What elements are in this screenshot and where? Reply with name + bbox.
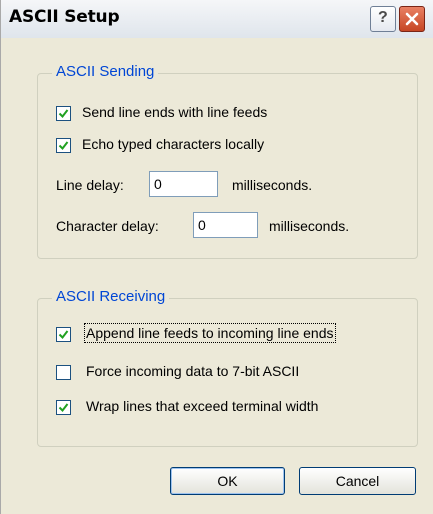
close-button[interactable] (399, 6, 425, 32)
checkmark-icon (58, 109, 69, 119)
ascii-setup-dialog: ASCII Setup ? ASCII Sending Send line en… (0, 0, 433, 514)
window-title: ASCII Setup (9, 7, 120, 27)
ascii-receiving-legend: ASCII Receiving (52, 288, 170, 305)
question-icon: ? (378, 9, 388, 26)
checkmark-icon (58, 141, 69, 151)
wrap-lines-label: Wrap lines that exceed terminal width (86, 398, 319, 414)
wrap-lines-checkbox[interactable] (56, 400, 71, 415)
echo-typed-checkbox[interactable] (56, 138, 71, 153)
character-delay-unit: milliseconds. (269, 218, 350, 234)
checkmark-icon (58, 330, 69, 340)
line-delay-label: Line delay: (56, 177, 124, 193)
line-delay-input[interactable] (149, 171, 218, 197)
force-7bit-checkbox[interactable] (56, 365, 71, 380)
checkmark-icon (58, 403, 69, 413)
ok-button[interactable]: OK (170, 467, 285, 495)
ascii-sending-legend: ASCII Sending (52, 63, 159, 80)
help-button[interactable]: ? (370, 6, 396, 32)
echo-typed-label: Echo typed characters locally (82, 136, 265, 152)
character-delay-label: Character delay: (56, 218, 159, 234)
send-line-ends-label: Send line ends with line feeds (82, 104, 268, 120)
cancel-button[interactable]: Cancel (299, 467, 416, 495)
append-lf-checkbox[interactable] (56, 327, 71, 342)
close-icon (405, 12, 419, 26)
title-bar[interactable]: ASCII Setup ? (1, 0, 433, 38)
append-lf-label: Append line feeds to incoming line ends (84, 323, 336, 343)
character-delay-input[interactable] (193, 212, 258, 238)
line-delay-unit: milliseconds. (232, 177, 313, 193)
send-line-ends-checkbox[interactable] (56, 106, 71, 121)
force-7bit-label: Force incoming data to 7-bit ASCII (86, 363, 300, 379)
